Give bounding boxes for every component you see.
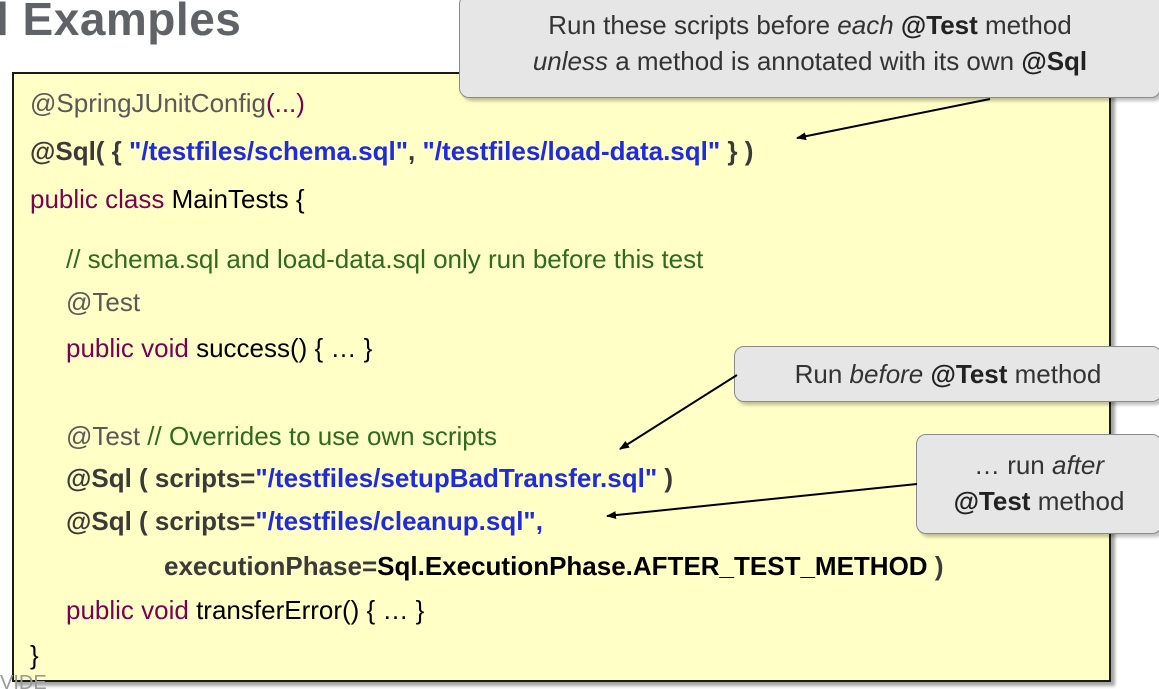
arrow-to-cleanup-script (606, 483, 918, 520)
arrow-to-sql-annotation (796, 98, 991, 141)
slide: l Examples @SpringJUnitConfig(...) @Sql(… (0, 0, 1159, 689)
arrow-to-setup-script (619, 374, 738, 450)
slide-footer: VIDE (0, 672, 47, 689)
callout-arrows (606, 98, 991, 520)
